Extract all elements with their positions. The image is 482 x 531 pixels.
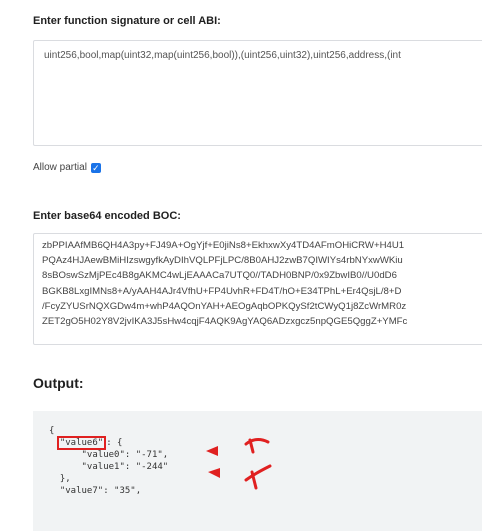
code-text: "value0": "-71", (59, 450, 169, 460)
boc-line: BGKB8LxgIMNs8+A/yAAH4AJr4VfhU+FP4UvhR+FD… (42, 285, 402, 297)
output-title: Output: (33, 375, 84, 391)
code-text: "value1": "-244" (59, 462, 169, 472)
boc-line: ZET2gO5H02Y8V2jvIKA3J5sHw4cqjF4AQK9AgYAQ… (42, 316, 408, 328)
signature-input[interactable]: uint256,bool,map(uint32,map(uint256,bool… (33, 40, 482, 146)
boc-line: PQAz4HJAewBMiHIzswgyfkAyDIhVQLPFjLPC/8B0… (42, 255, 403, 267)
boc-line: /FcyZYUSrNQXGDw4m+whP4AQOnYAH+AEOgAqbOPK… (42, 300, 407, 312)
boc-label: Enter base64 encoded BOC: (33, 210, 181, 222)
signature-value: uint256,bool,map(uint32,map(uint256,bool… (44, 50, 401, 61)
signature-label: Enter function signature or cell ABI: (33, 15, 221, 27)
highlighted-key: "value6" (56, 436, 107, 450)
arrowhead-2 (208, 468, 220, 478)
arrow-stroke-2 (244, 464, 272, 482)
red-arrow-annotations (206, 438, 272, 490)
code-text: "value7": "35", (59, 486, 142, 496)
allow-partial-row[interactable]: Allow partial ✓ (33, 162, 101, 173)
boc-input[interactable]: zbPPIAAfMB6QH4A3py+FJ49A+OgYjf+E0jiNs8+E… (33, 233, 482, 345)
boc-line: zbPPIAAfMB6QH4A3py+FJ49A+OgYjf+E0jiNs8+E… (42, 240, 405, 251)
arrowhead-1 (206, 446, 218, 456)
allow-partial-checkbox[interactable]: ✓ (90, 162, 101, 173)
code-text: : { (106, 438, 123, 448)
code-text: }, (59, 474, 71, 484)
allow-partial-label: Allow partial (33, 162, 87, 173)
boc-line: 8sBOswSzMjPEc4B8gAKMC4wLjEAAACa7UTQ0//TA… (42, 270, 397, 282)
